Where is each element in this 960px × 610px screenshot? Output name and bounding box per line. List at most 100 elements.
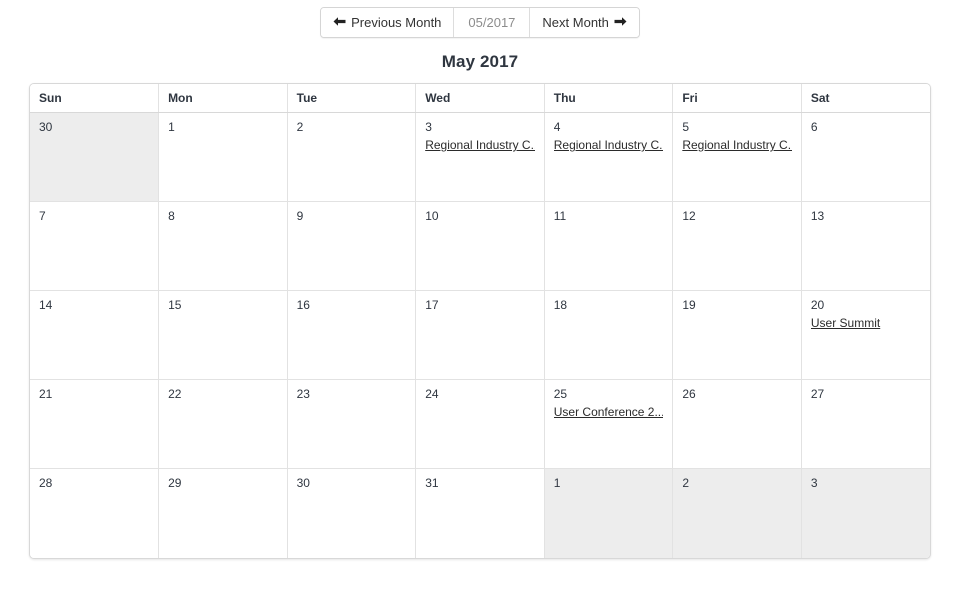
- calendar-head: Sun Mon Tue Wed Thu Fri Sat: [30, 84, 930, 113]
- previous-month-label: Previous Month: [351, 15, 442, 30]
- weekday-header-row: Sun Mon Tue Wed Thu Fri Sat: [30, 84, 930, 113]
- arrow-left-icon: [333, 16, 346, 29]
- day-number: 18: [553, 298, 568, 312]
- day-number: 10: [425, 209, 439, 223]
- calendar-day-cell[interactable]: 22: [158, 379, 288, 469]
- calendar-day-cell[interactable]: 1: [158, 112, 288, 202]
- calendar-week-row: 30 1 2 3 Regional Industry C.. 4 Regional Indu…: [30, 112, 930, 202]
- day-number: 29: [168, 476, 182, 490]
- day-number: 15: [168, 298, 182, 312]
- calendar-day-cell[interactable]: 18: [544, 290, 674, 380]
- day-number: 20: [810, 298, 825, 312]
- day-number: 16: [296, 298, 310, 312]
- calendar-day-cell[interactable]: 20 User Summit: [801, 290, 930, 380]
- weekday-header-tue: Tue: [287, 84, 417, 113]
- calendar-day-cell[interactable]: 12: [672, 201, 802, 291]
- calendar-day-cell[interactable]: 19: [672, 290, 802, 380]
- day-number: 1: [553, 476, 561, 490]
- calendar-day-cell[interactable]: 17: [415, 290, 545, 380]
- day-number: 27: [810, 387, 825, 401]
- next-month-label: Next Month: [542, 15, 609, 30]
- calendar-day-cell[interactable]: 4 Regional Industry C..: [544, 112, 674, 202]
- day-number: 3: [810, 476, 818, 490]
- next-month-button[interactable]: Next Month: [530, 8, 639, 37]
- day-number: 30: [39, 120, 53, 134]
- calendar-day-cell[interactable]: 2: [672, 468, 802, 558]
- day-number: 21: [39, 387, 53, 401]
- day-number: 1: [168, 120, 175, 134]
- calendar-body: 30 1 2 3 Regional Industry C.. 4 Regional Indu…: [30, 112, 930, 558]
- day-number: 17: [425, 298, 439, 312]
- weekday-header-thu: Thu: [544, 84, 674, 113]
- calendar-navigation: Previous Month 05/2017 Next Month: [0, 0, 960, 38]
- month-nav-button-group: Previous Month 05/2017 Next Month: [320, 7, 640, 38]
- day-number: 4: [553, 120, 561, 134]
- calendar-event-link[interactable]: Regional Industry C..: [554, 137, 664, 154]
- weekday-header-mon: Mon: [158, 84, 288, 113]
- current-month-value: 05/2017: [468, 15, 516, 30]
- calendar-day-cell[interactable]: 21: [30, 379, 160, 469]
- day-number: 7: [39, 209, 46, 223]
- day-number: 2: [682, 476, 689, 490]
- day-number: 6: [810, 120, 818, 134]
- day-number: 31: [425, 476, 439, 490]
- day-number: 25: [553, 387, 568, 401]
- day-number: 23: [296, 387, 310, 401]
- calendar-event-link[interactable]: Regional Industry C..: [682, 137, 792, 154]
- previous-month-button[interactable]: Previous Month: [321, 8, 455, 37]
- day-number: 19: [682, 298, 696, 312]
- calendar-day-cell[interactable]: 16: [287, 290, 417, 380]
- weekday-header-sun: Sun: [30, 84, 160, 113]
- calendar-page: Previous Month 05/2017 Next Month May 20…: [0, 0, 960, 610]
- calendar-day-cell[interactable]: 1: [544, 468, 674, 558]
- calendar-table: Sun Mon Tue Wed Thu Fri Sat 30 1 2 3 Regional Indu…: [30, 84, 930, 558]
- day-number: 28: [39, 476, 53, 490]
- calendar-day-cell[interactable]: 3 Regional Industry C..: [415, 112, 545, 202]
- calendar-event-link[interactable]: User Summit: [811, 315, 921, 332]
- calendar-day-cell[interactable]: 30: [30, 112, 160, 202]
- calendar-week-row: 7 8 9 10 11 12 13: [30, 201, 930, 291]
- calendar-day-cell[interactable]: 5 Regional Industry C..: [672, 112, 802, 202]
- day-number: 5: [682, 120, 689, 134]
- day-number: 14: [39, 298, 53, 312]
- calendar-week-row: 21 22 23 24 25 User Conference 2... 26 27: [30, 379, 930, 469]
- calendar-day-cell[interactable]: 13: [801, 201, 930, 291]
- current-month-display[interactable]: 05/2017: [454, 8, 531, 37]
- day-number: 26: [682, 387, 696, 401]
- calendar-container: Sun Mon Tue Wed Thu Fri Sat 30 1 2 3 Regional Indu…: [29, 83, 931, 559]
- calendar-day-cell[interactable]: 26: [672, 379, 802, 469]
- arrow-right-icon: [614, 16, 627, 29]
- day-number: 3: [425, 120, 432, 134]
- calendar-title: May 2017: [441, 52, 519, 71]
- calendar-day-cell[interactable]: 8: [158, 201, 288, 291]
- day-number: 9: [296, 209, 304, 223]
- calendar-event-link[interactable]: Regional Industry C..: [425, 137, 535, 154]
- calendar-day-cell[interactable]: 24: [415, 379, 545, 469]
- calendar-day-cell[interactable]: 14: [30, 290, 160, 380]
- calendar-day-cell[interactable]: 15: [158, 290, 288, 380]
- calendar-day-cell[interactable]: 6: [801, 112, 930, 202]
- weekday-header-fri: Fri: [672, 84, 802, 113]
- calendar-day-cell[interactable]: 23: [287, 379, 417, 469]
- calendar-day-cell[interactable]: 2: [287, 112, 417, 202]
- calendar-event-link[interactable]: User Conference 2...: [554, 404, 664, 421]
- calendar-day-cell[interactable]: 9: [287, 201, 417, 291]
- calendar-day-cell[interactable]: 28: [30, 468, 160, 558]
- weekday-header-wed: Wed: [415, 84, 545, 113]
- calendar-day-cell[interactable]: 7: [30, 201, 160, 291]
- calendar-day-cell[interactable]: 30: [287, 468, 417, 558]
- day-number: 8: [168, 209, 175, 223]
- calendar-day-cell[interactable]: 3: [801, 468, 930, 558]
- calendar-day-cell[interactable]: 29: [158, 468, 288, 558]
- day-number: 13: [810, 209, 825, 223]
- day-number: 11: [553, 209, 567, 223]
- calendar-day-cell[interactable]: 11: [544, 201, 674, 291]
- calendar-day-cell[interactable]: 31: [415, 468, 545, 558]
- day-number: 24: [425, 387, 439, 401]
- calendar-day-cell[interactable]: 27: [801, 379, 930, 469]
- calendar-day-cell[interactable]: 25 User Conference 2...: [544, 379, 674, 469]
- calendar-week-row: 14 15 16 17 18 19 20 User Summit: [30, 290, 930, 380]
- day-number: 2: [296, 120, 304, 134]
- calendar-week-row: 28 29 30 31 1 2 3: [30, 468, 930, 558]
- calendar-day-cell[interactable]: 10: [415, 201, 545, 291]
